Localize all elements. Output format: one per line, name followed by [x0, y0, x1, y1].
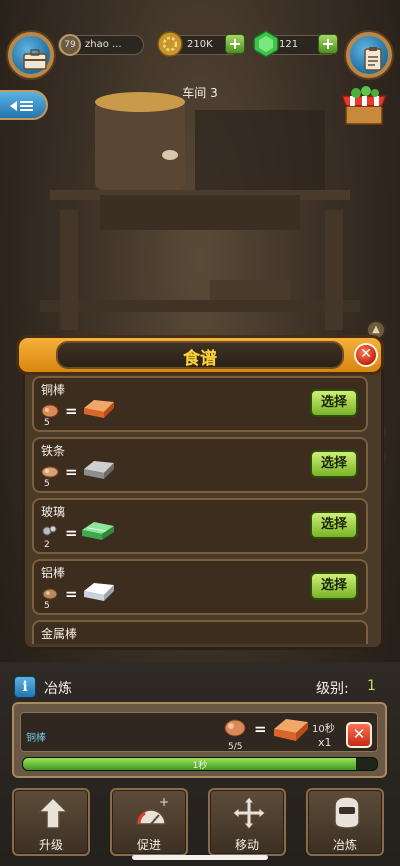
- select-recipe-button[interactable]: 选择: [310, 389, 358, 417]
- recipe-panel-title: 食谱: [183, 349, 217, 369]
- equals-sign: =: [65, 402, 78, 420]
- recipe-item[interactable]: 铁条 5 = 选择: [32, 437, 368, 493]
- recipe-ingredient-count: 5: [44, 479, 50, 489]
- workshop-label: 车间 3: [182, 86, 218, 100]
- upgrade-button[interactable]: 升级: [12, 788, 90, 856]
- equals-sign: =: [254, 720, 267, 738]
- move-arrows-icon: [232, 796, 266, 830]
- boost-label: 促进: [136, 838, 161, 852]
- svg-text:+: +: [159, 795, 169, 809]
- move-button[interactable]: 移动: [208, 788, 286, 856]
- recipe-name: 玻璃: [41, 505, 66, 519]
- smelting-title: 冶炼: [44, 681, 72, 697]
- add-coins-button[interactable]: +: [225, 34, 245, 54]
- upgrade-label: 升级: [38, 838, 63, 852]
- aluminum-bar-icon: [84, 583, 114, 601]
- menu-back-icon: [10, 101, 33, 111]
- boost-button[interactable]: + 促进: [110, 788, 188, 856]
- level-label: 级别:: [316, 681, 349, 697]
- equals-sign: =: [65, 524, 78, 542]
- aluminum-ore-icon: [42, 588, 58, 600]
- coin-amount: 210K: [187, 39, 213, 50]
- home-indicator: [132, 855, 268, 860]
- smelter-mask-icon: [334, 796, 360, 829]
- side-menu-tab[interactable]: [0, 90, 48, 120]
- add-gems-button[interactable]: +: [318, 34, 338, 54]
- gem-amount: 121: [279, 39, 299, 50]
- boost-gauge-icon: +: [136, 795, 169, 825]
- iron-bar-icon: [84, 461, 114, 479]
- smelt-button[interactable]: 冶炼: [306, 788, 384, 856]
- coin-icon: [157, 31, 183, 57]
- sand-icon: [42, 525, 57, 536]
- upgrade-arrow-icon: [37, 796, 69, 829]
- select-recipe-button[interactable]: 选择: [310, 511, 358, 539]
- glass-icon: [82, 522, 114, 540]
- gem-icon: [253, 30, 279, 58]
- player-name: zhao ...: [85, 39, 122, 50]
- copper-ore-icon: [41, 404, 59, 418]
- equals-sign: =: [65, 463, 78, 481]
- task-duration: 10秒: [312, 724, 335, 735]
- select-recipe-button[interactable]: 选择: [310, 450, 358, 478]
- equals-sign: =: [65, 585, 78, 603]
- player-info[interactable]: 79 zhao ...: [58, 34, 144, 56]
- copper-bar-icon: [274, 719, 308, 741]
- recipe-name: 铝棒: [41, 566, 66, 580]
- select-recipe-button[interactable]: 选择: [310, 572, 358, 600]
- recipe-ingredient-count: 5: [44, 601, 50, 611]
- cancel-task-button[interactable]: ✕: [346, 722, 372, 748]
- iron-ore-icon: [41, 466, 59, 478]
- copper-ore-icon: [224, 719, 246, 737]
- toolbox-icon: [23, 49, 47, 70]
- task-ingredient-count: 5/5: [228, 742, 243, 752]
- close-recipe-panel-button[interactable]: ✕: [354, 343, 378, 367]
- clipboard-icon: [364, 47, 382, 71]
- copper-bar-icon: [84, 400, 114, 418]
- task-multiplier: x1: [318, 736, 332, 749]
- move-label: 移动: [234, 838, 259, 852]
- recipe-name: 铁条: [41, 444, 66, 458]
- recipe-item[interactable]: 玻璃 2 = 选择: [32, 498, 368, 554]
- task-product-name: 铜棒: [26, 733, 46, 744]
- recipe-item[interactable]: 金属棒: [32, 620, 368, 644]
- level-value: 1: [367, 678, 376, 694]
- shop-stall-icon[interactable]: [340, 86, 388, 126]
- recipe-item[interactable]: 铜棒 5 = 选择: [32, 376, 368, 432]
- recipe-ingredient-count: 2: [44, 540, 50, 550]
- recipe-item[interactable]: 铝棒 5 = 选择: [32, 559, 368, 615]
- recipe-name: 铜棒: [41, 383, 66, 397]
- player-level-badge: 79: [59, 34, 81, 56]
- smelt-label: 冶炼: [332, 838, 357, 852]
- recipe-ingredient-count: 5: [44, 418, 50, 428]
- toolbox-button[interactable]: [8, 32, 54, 78]
- smelter-machine-illustration: [40, 92, 360, 330]
- task-list-button[interactable]: [346, 32, 392, 78]
- task-progress-label: 1秒: [192, 761, 208, 771]
- info-icon[interactable]: i: [14, 676, 36, 698]
- recipe-name: 金属棒: [41, 627, 78, 641]
